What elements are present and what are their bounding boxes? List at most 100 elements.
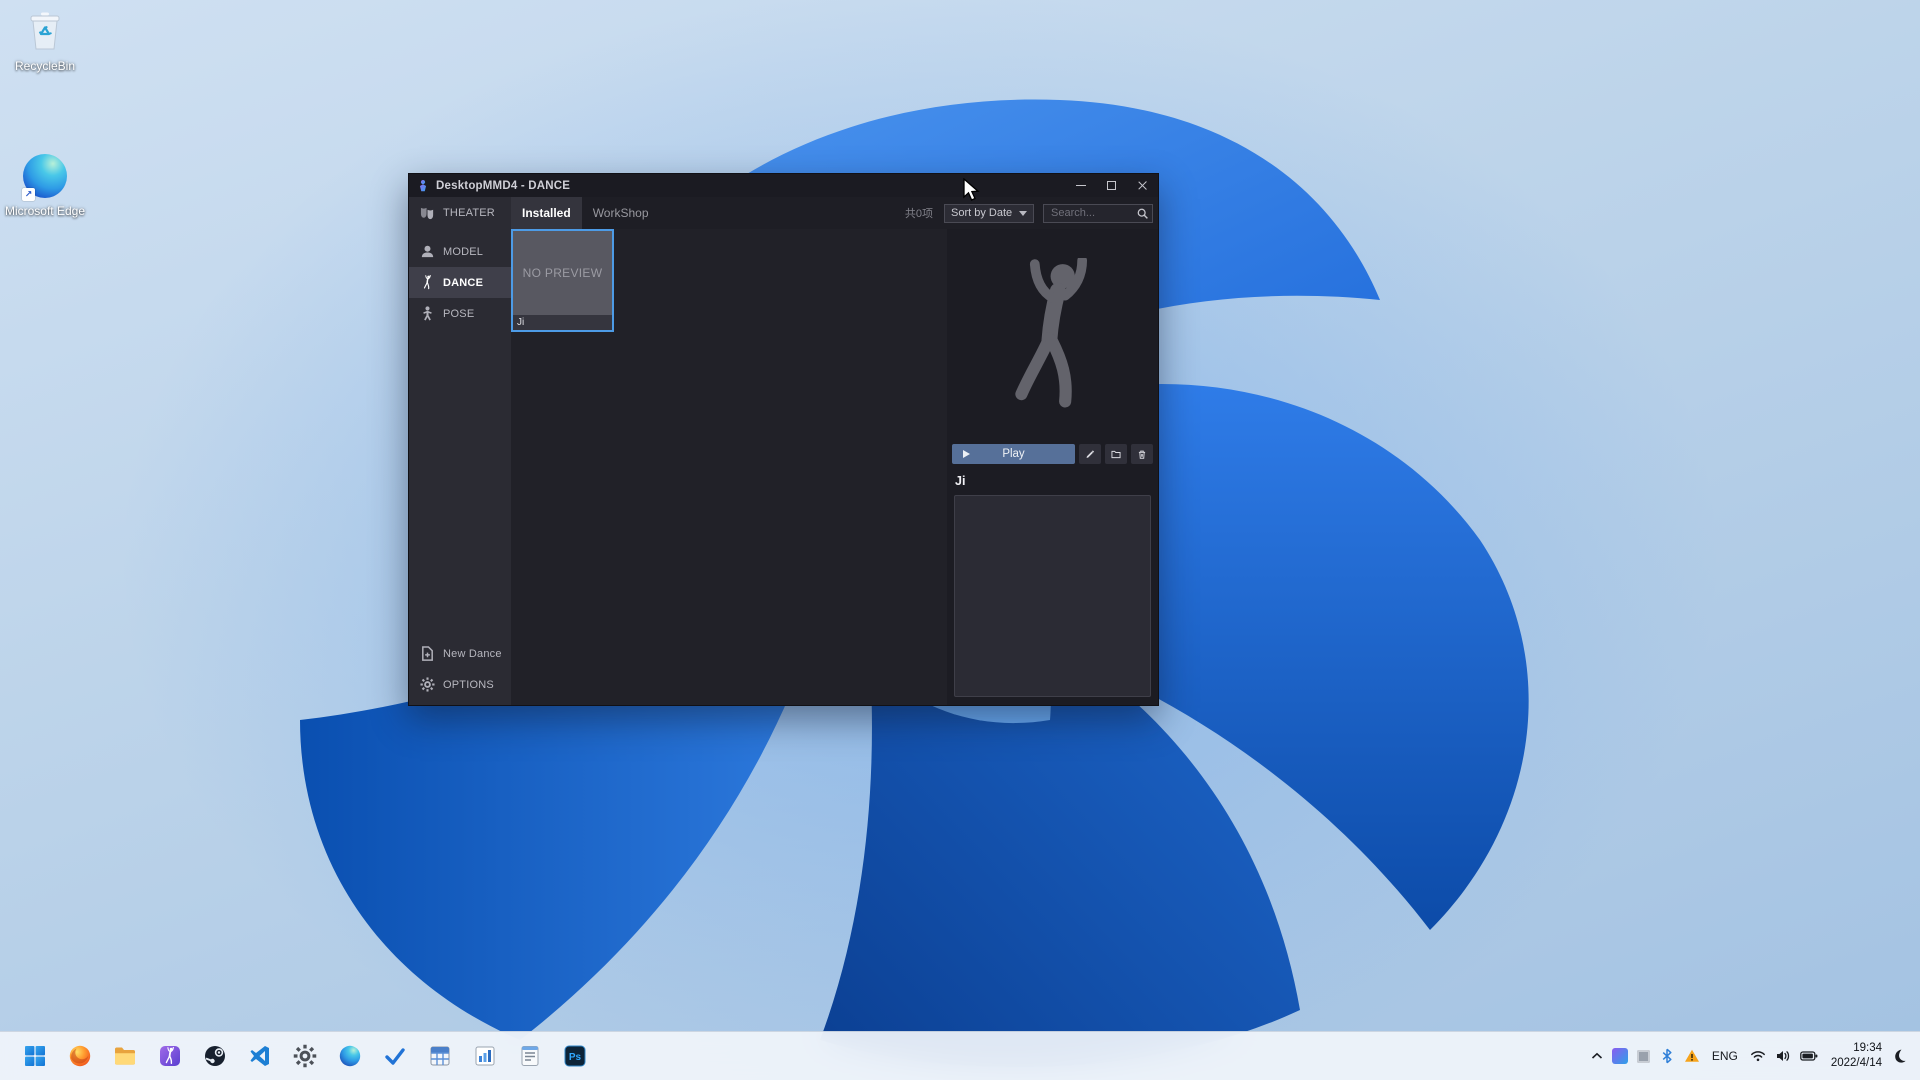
settings-gear-icon xyxy=(293,1044,317,1068)
tab-installed[interactable]: Installed xyxy=(511,197,582,229)
sidebar-item-pose[interactable]: POSE xyxy=(409,298,511,329)
sidebar-item-label: DANCE xyxy=(443,276,484,289)
desktop-icon-label: RecycleBin xyxy=(14,59,76,73)
wifi-icon[interactable] xyxy=(1750,1048,1766,1064)
file-explorer-icon xyxy=(114,1047,135,1065)
sidebar-item-dance[interactable]: DANCE xyxy=(409,267,511,298)
play-icon xyxy=(963,450,970,458)
sidebar-item-options[interactable]: OPTIONS xyxy=(409,669,511,700)
taskbar-clock[interactable]: 19:34 2022/4/14 xyxy=(1831,1041,1882,1071)
close-icon xyxy=(1137,180,1148,191)
close-button[interactable] xyxy=(1127,174,1158,197)
search-icon[interactable] xyxy=(1136,207,1149,220)
folder-icon xyxy=(1111,448,1121,461)
sidebar-item-model[interactable]: MODEL xyxy=(409,236,511,267)
desktop: RecycleBin ↗ Microsoft Edge DesktopMMD4 … xyxy=(0,0,1920,1080)
sidebar-item-new-dance[interactable]: New Dance xyxy=(409,638,511,669)
tab-workshop[interactable]: WorkShop xyxy=(582,197,660,229)
windows-logo-icon xyxy=(24,1046,45,1066)
play-button[interactable]: Play xyxy=(952,444,1075,464)
detail-preview xyxy=(947,229,1158,444)
pencil-icon xyxy=(1085,448,1095,461)
detail-item-title: Ji xyxy=(955,474,966,488)
sidebar-item-label: OPTIONS xyxy=(443,678,494,691)
pose-icon xyxy=(420,306,435,321)
sidebar-item-label: New Dance xyxy=(443,647,502,660)
library-header: Installed WorkShop 共0项 Sort by Date xyxy=(511,197,1158,229)
edit-button[interactable] xyxy=(1079,444,1101,464)
model-icon xyxy=(420,244,435,259)
taskbar-file-explorer[interactable] xyxy=(105,1036,145,1076)
sidebar-item-label: POSE xyxy=(443,307,475,320)
sidebar-item-theater[interactable]: THEATER xyxy=(409,197,511,229)
taskbar-edge[interactable] xyxy=(330,1036,370,1076)
tray-expand-chevron-icon[interactable] xyxy=(1591,1052,1603,1060)
open-folder-button[interactable] xyxy=(1105,444,1127,464)
taskbar-notepad[interactable] xyxy=(510,1036,550,1076)
warning-icon[interactable] xyxy=(1684,1048,1700,1064)
dance-icon xyxy=(420,275,435,290)
trash-icon xyxy=(1137,448,1147,461)
gear-icon xyxy=(420,677,435,692)
taskbar-steam[interactable] xyxy=(195,1036,235,1076)
delete-button[interactable] xyxy=(1131,444,1153,464)
taskbar-chart-app[interactable] xyxy=(465,1036,505,1076)
detail-panel: Play Ji xyxy=(947,229,1158,705)
sidebar: THEATER MODEL DANCE POSE New Dance OPTIO… xyxy=(409,197,511,705)
window-titlebar[interactable]: DesktopMMD4 - DANCE xyxy=(409,174,1158,197)
notepad-icon xyxy=(521,1046,538,1066)
card-preview-text: NO PREVIEW xyxy=(522,266,603,280)
volume-icon[interactable] xyxy=(1775,1048,1791,1064)
app-logo-icon xyxy=(419,179,427,191)
desktop-icon-recycle-bin[interactable]: RecycleBin xyxy=(0,8,90,74)
bluetooth-icon[interactable] xyxy=(1659,1048,1675,1064)
desktopmmd-icon xyxy=(159,1046,180,1066)
grid-app-icon xyxy=(430,1046,449,1066)
maximize-button[interactable] xyxy=(1096,174,1127,197)
dance-item-card[interactable]: NO PREVIEW Ji xyxy=(511,229,614,332)
taskbar-grid-app[interactable] xyxy=(420,1036,460,1076)
firefox-icon xyxy=(69,1045,90,1067)
taskbar-photoshop[interactable]: Ps xyxy=(555,1036,595,1076)
item-count: 共0项 xyxy=(904,208,933,220)
minimize-button[interactable] xyxy=(1065,174,1096,197)
photoshop-label: Ps xyxy=(568,1052,581,1063)
card-title: Ji xyxy=(513,315,612,330)
window-title: DesktopMMD4 - DANCE xyxy=(436,179,571,192)
chart-app-icon xyxy=(475,1046,494,1066)
desktop-icon-label: Microsoft Edge xyxy=(4,204,86,218)
sort-dropdown[interactable]: Sort by Date xyxy=(944,203,1034,223)
recycle-bin-icon xyxy=(22,8,68,54)
chevron-down-icon xyxy=(1019,210,1027,216)
taskbar-settings[interactable] xyxy=(285,1036,325,1076)
taskbar-firefox[interactable] xyxy=(60,1036,100,1076)
visual-studio-icon xyxy=(250,1046,269,1066)
dance-library-grid: NO PREVIEW Ji xyxy=(511,229,947,705)
desktopmmd-window: DesktopMMD4 - DANCE THEATER MODEL DANCE … xyxy=(408,173,1159,706)
shortcut-arrow-icon: ↗ xyxy=(22,188,35,201)
sidebar-item-label: MODEL xyxy=(443,245,484,258)
new-dance-icon xyxy=(420,646,435,661)
edge-icon xyxy=(339,1045,360,1067)
photoshop-icon: Ps xyxy=(564,1045,585,1067)
language-indicator[interactable]: ENG xyxy=(1709,1049,1741,1063)
search-input[interactable] xyxy=(1049,206,1136,220)
sidebar-item-label: THEATER xyxy=(443,207,495,219)
tab-label: Installed xyxy=(522,206,571,220)
todo-check-icon xyxy=(384,1048,405,1065)
taskbar-desktopmmd[interactable] xyxy=(150,1036,190,1076)
theater-icon xyxy=(420,206,435,221)
tray-window-icon[interactable] xyxy=(1636,1049,1650,1063)
minimize-icon xyxy=(1075,184,1086,187)
taskbar-visual-studio[interactable] xyxy=(240,1036,280,1076)
steam-icon xyxy=(204,1046,225,1066)
desktop-icon-microsoft-edge[interactable]: ↗ Microsoft Edge xyxy=(0,153,90,219)
moon-icon[interactable] xyxy=(1891,1048,1907,1064)
search-box xyxy=(1043,203,1153,223)
tab-label: WorkShop xyxy=(592,206,649,220)
tray-app-icon[interactable] xyxy=(1611,1048,1628,1064)
taskbar-todo[interactable] xyxy=(375,1036,415,1076)
start-button[interactable] xyxy=(15,1036,55,1076)
battery-icon[interactable] xyxy=(1799,1050,1818,1062)
edge-icon: ↗ xyxy=(22,153,68,201)
